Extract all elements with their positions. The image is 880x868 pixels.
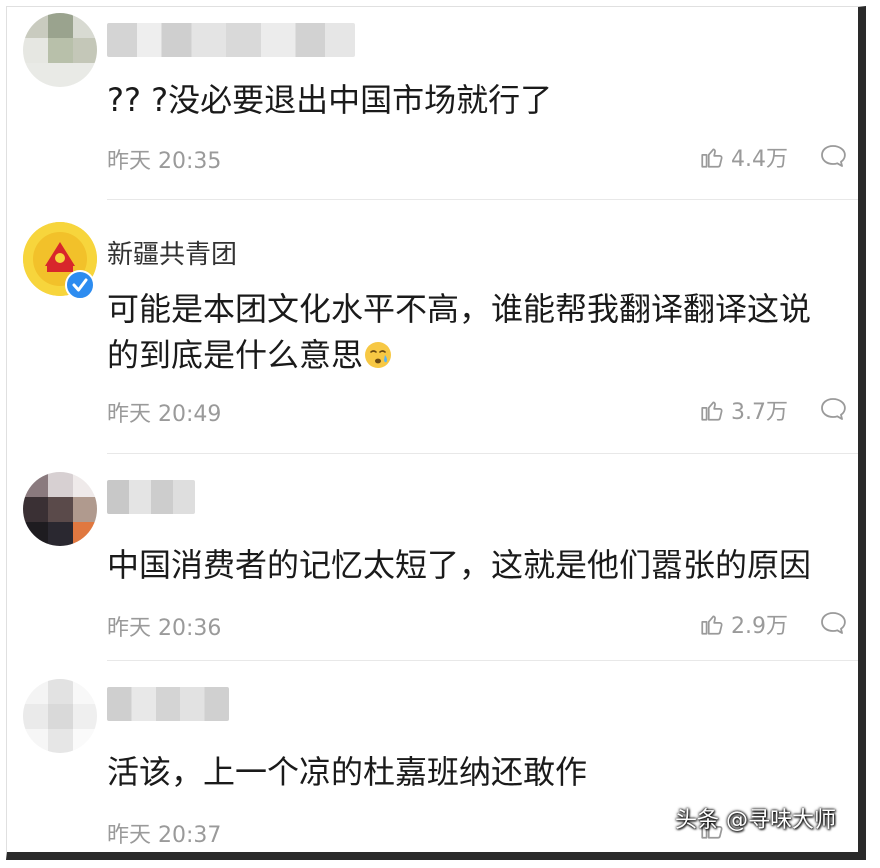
author-name[interactable]: 新疆共青团: [107, 234, 237, 271]
comment-item: ?? ?没必要退出中国市场就行了 昨天 20:35 4.4万: [7, 7, 858, 199]
comment-item: 中国消费者的记忆太短了，这就是他们嚣张的原因 昨天 20:36 2.9万: [7, 454, 858, 659]
like-count: 2.9万: [731, 614, 788, 639]
comment-time: 昨天 20:35: [107, 149, 222, 174]
thumbs-up-icon: [701, 401, 723, 421]
crying-face-emoji: [365, 342, 392, 368]
comment-bubble-icon[interactable]: [819, 396, 847, 422]
comment-text-line-content: 的到底是什么意思: [107, 336, 364, 374]
comment-text: 中国消费者的记忆太短了，这就是他们嚣张的原因: [107, 546, 812, 584]
comment-text: 活该，上一个凉的杜嘉班纳还敢作: [107, 753, 588, 791]
like-count: 4.4万: [731, 147, 788, 172]
comment-item: 新疆共青团 可能是本团文化水平不高，谁能帮我翻译翻译这说 的到底是什么意思 昨天…: [7, 200, 858, 452]
author-name-blurred[interactable]: [107, 687, 229, 721]
thumbs-up-icon: [701, 615, 723, 635]
comment-time: 昨天 20:36: [107, 616, 222, 641]
avatar[interactable]: [23, 13, 97, 87]
comment-text: 可能是本团文化水平不高，谁能帮我翻译翻译这说 的到底是什么意思: [107, 286, 852, 378]
avatar[interactable]: [23, 679, 97, 753]
comment-time: 昨天 20:49: [107, 402, 222, 427]
verified-badge: [65, 270, 95, 300]
watermark: 头条 @寻味大师: [675, 808, 836, 833]
like-button[interactable]: 3.7万: [699, 394, 788, 426]
like-count: 3.7万: [731, 400, 788, 425]
comment-text: ?? ?没必要退出中国市场就行了: [107, 81, 553, 119]
author-name-blurred[interactable]: [107, 480, 195, 514]
comment-text-line-2: 的到底是什么意思: [107, 332, 852, 378]
avatar[interactable]: [23, 472, 97, 546]
like-button[interactable]: 2.9万: [699, 608, 788, 640]
comment-text-line: 可能是本团文化水平不高，谁能帮我翻译翻译这说: [107, 290, 812, 328]
thumbs-up-icon: [701, 148, 723, 168]
verified-check-icon: [72, 278, 88, 292]
author-name-blurred[interactable]: [107, 23, 355, 57]
comment-time: 昨天 20:37: [107, 823, 222, 848]
comment-bubble-icon[interactable]: [819, 610, 847, 636]
comment-bubble-icon[interactable]: [819, 143, 847, 169]
comment-list: ?? ?没必要退出中国市场就行了 昨天 20:35 4.4万 新疆共青团 可能是…: [6, 6, 866, 860]
like-button[interactable]: 4.4万: [699, 141, 788, 173]
